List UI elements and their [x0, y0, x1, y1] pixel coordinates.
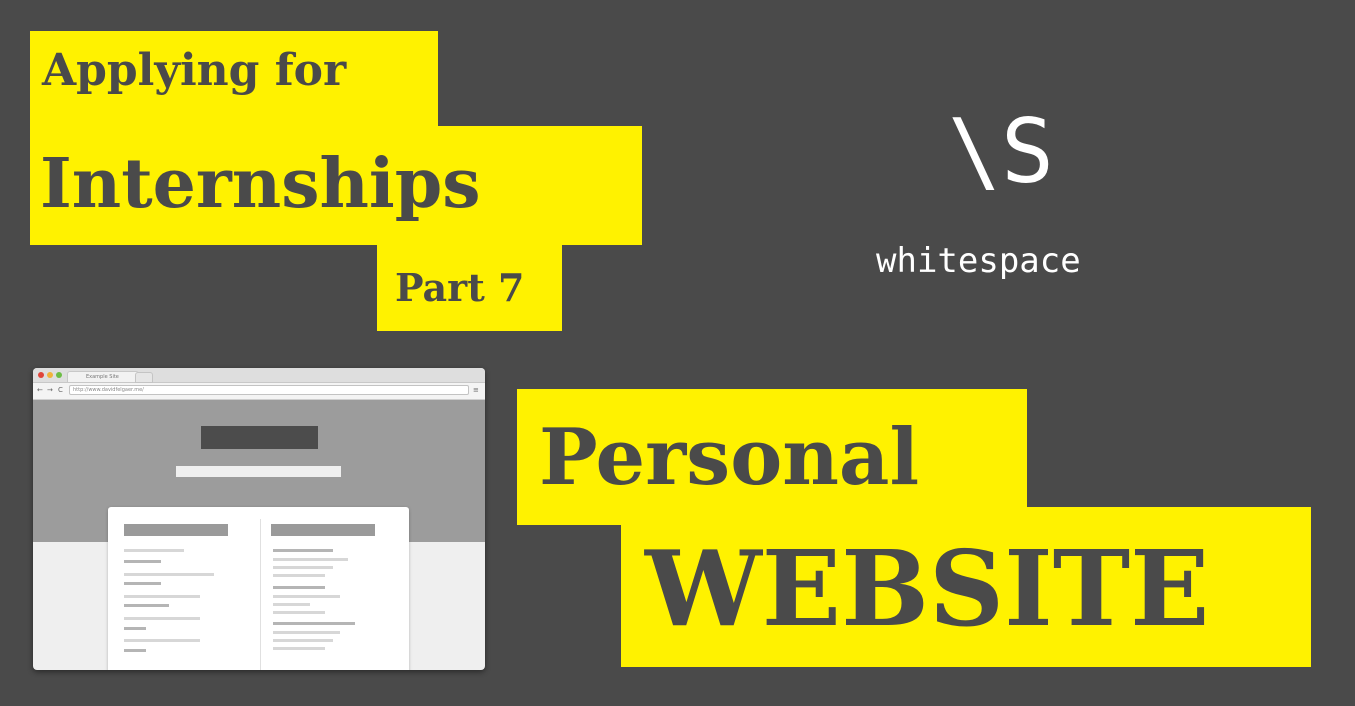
address-bar: http://www.davidfelgaer.me/: [69, 385, 469, 395]
reload-icon: C: [58, 386, 63, 394]
mock-right-heading: [271, 524, 375, 536]
mock-text-line: [273, 566, 333, 569]
mock-text-line: [124, 582, 161, 585]
mock-text-line: [273, 558, 348, 561]
browser-titlebar: Example Site: [33, 368, 485, 383]
maximize-dot-icon: [56, 372, 62, 378]
close-dot-icon: [38, 372, 44, 378]
minimize-dot-icon: [47, 372, 53, 378]
mock-text-line: [124, 573, 214, 576]
headline-line-2: Internships: [30, 126, 642, 245]
mock-text-line: [124, 560, 161, 563]
mock-text-line: [273, 639, 333, 642]
new-tab-icon: [135, 372, 153, 383]
headline-part-text: Part 7: [395, 265, 525, 310]
menu-icon: ≡: [473, 386, 479, 394]
mock-left-heading: [124, 524, 228, 536]
headline-line-2-text: Internships: [40, 144, 481, 224]
mock-text-line: [273, 574, 325, 577]
forward-arrow-icon: →: [47, 386, 53, 394]
browser-tab: Example Site: [67, 371, 139, 382]
mock-text-line: [273, 647, 325, 650]
mock-text-line: [273, 603, 310, 606]
browser-navbar: ← → C http://www.davidfelgaer.me/ ≡: [33, 383, 485, 400]
mock-text-line: [124, 649, 146, 652]
topic-line-2-text: WEBSITE: [645, 527, 1210, 650]
mock-text-line: [273, 631, 340, 634]
topic-line-2: WEBSITE: [621, 507, 1311, 667]
back-arrow-icon: ←: [37, 386, 43, 394]
whitespace-logo-name: whitespace: [876, 241, 1081, 281]
mock-text-line: [124, 639, 200, 642]
mock-text-line: [273, 549, 333, 552]
mock-text-line: [273, 611, 325, 614]
mock-text-line: [273, 595, 340, 598]
mock-text-line: [124, 595, 200, 598]
mock-text-line: [124, 549, 184, 552]
mock-content-card: [108, 507, 409, 670]
mock-text-line: [273, 622, 355, 625]
topic-line-1-text: Personal: [539, 412, 920, 503]
headline-line-1-text: Applying for: [42, 45, 347, 96]
mock-text-line: [124, 617, 200, 620]
headline-line-1: Applying for: [30, 31, 438, 128]
mock-hero-title-placeholder: [201, 426, 318, 449]
mock-text-line: [124, 604, 169, 607]
mock-column-divider: [260, 519, 261, 670]
mock-text-line: [124, 627, 146, 630]
browser-mockup: Example Site ← → C http://www.davidfelga…: [33, 368, 485, 670]
headline-part-label: Part 7: [377, 243, 562, 331]
mock-hero-subtitle-placeholder: [176, 466, 341, 477]
topic-line-1: Personal: [517, 389, 1027, 525]
mock-text-line: [273, 586, 325, 589]
whitespace-logo-mark: \S: [948, 100, 1054, 203]
